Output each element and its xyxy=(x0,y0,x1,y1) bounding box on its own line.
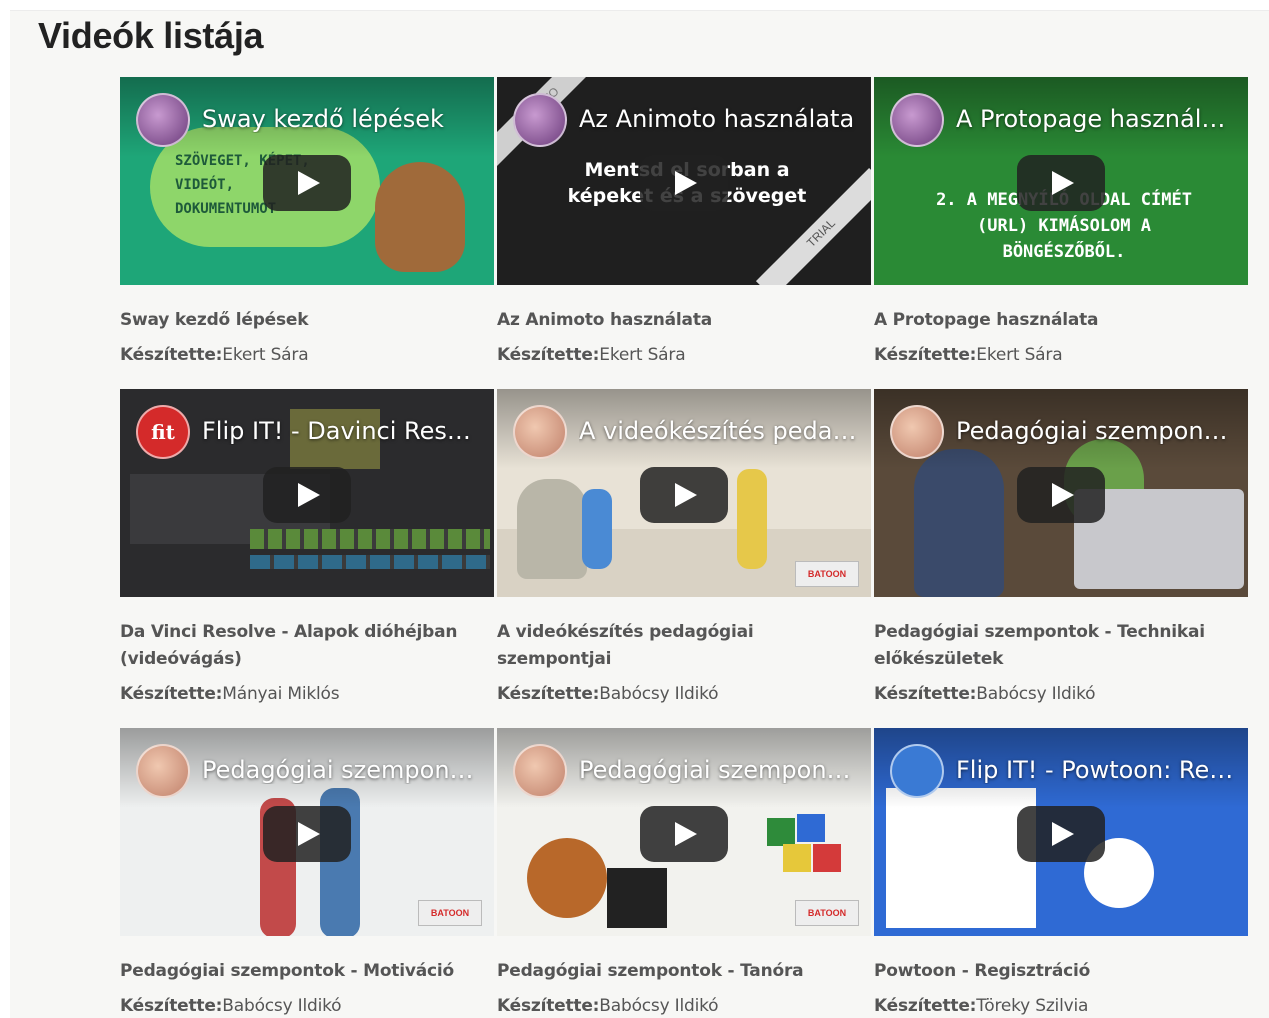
video-thumbnail[interactable]: BATOON Pedagógiai szempontok... xyxy=(497,728,871,936)
video-thumbnail[interactable]: SZÖVEGET, KÉPET, VIDEÓT, DOKUMENTUMOT Sw… xyxy=(120,77,494,285)
video-title[interactable]: A Protopage használata xyxy=(874,307,1248,334)
channel-avatar[interactable] xyxy=(890,744,944,798)
thumbnail-title[interactable]: Flip IT! - Powtoon: Regis... xyxy=(956,756,1236,784)
video-card[interactable]: Pedagógiai szempontok... Pedagógiai szem… xyxy=(874,389,1248,704)
video-card[interactable]: BATOON Pedagógiai szempontok... Pedagógi… xyxy=(120,728,494,1016)
play-icon[interactable] xyxy=(640,467,728,523)
video-card[interactable]: fit Flip IT! - Davinci Resolve... Da Vin… xyxy=(120,389,494,704)
thumbnail-title[interactable]: A Protopage használata xyxy=(956,105,1236,133)
play-icon[interactable] xyxy=(640,155,728,211)
video-thumbnail[interactable]: fit Flip IT! - Davinci Resolve... xyxy=(120,389,494,597)
video-title[interactable]: Pedagógiai szempontok - Technikai előkés… xyxy=(874,619,1248,673)
channel-avatar[interactable] xyxy=(890,405,944,459)
thumbnail-title[interactable]: Az Animoto használata xyxy=(579,105,859,133)
video-author: Készítette:Mányai Miklós xyxy=(120,684,340,704)
video-thumbnail[interactable]: 2. A MEGNYÍLÓ OLDAL CÍMÉT (URL) KIMÁSOLO… xyxy=(874,77,1248,285)
channel-avatar[interactable] xyxy=(513,405,567,459)
play-icon[interactable] xyxy=(263,806,351,862)
video-thumbnail[interactable]: ANIMOTO Mentsd el sorban a képeket és a … xyxy=(497,77,871,285)
channel-avatar[interactable] xyxy=(136,93,190,147)
video-author: Készítette:Töreky Szilvia xyxy=(874,996,1089,1016)
channel-avatar[interactable] xyxy=(890,93,944,147)
video-card[interactable]: BATOON Pedagógiai szempontok... Pedagógi… xyxy=(497,728,871,1016)
video-thumbnail[interactable]: BATOON A videókészítés pedagó... xyxy=(497,389,871,597)
play-icon[interactable] xyxy=(640,806,728,862)
video-title[interactable]: A videókészítés pedagógiai szempontjai xyxy=(497,619,871,673)
video-author: Készítette:Babócsy Ildikó xyxy=(497,996,719,1016)
video-thumbnail[interactable]: BATOON Pedagógiai szempontok... xyxy=(120,728,494,936)
thumbnail-title[interactable]: Flip IT! - Davinci Resolve... xyxy=(202,417,482,445)
play-icon[interactable] xyxy=(1017,806,1105,862)
video-title[interactable]: Pedagógiai szempontok - Motiváció xyxy=(120,958,494,985)
video-author: Készítette:Ekert Sára xyxy=(874,345,1063,365)
video-title[interactable]: Pedagógiai szempontok - Tanóra xyxy=(497,958,871,985)
page: Videók listája SZÖVEGET, KÉPET, VIDEÓT, … xyxy=(10,10,1269,1018)
channel-avatar[interactable] xyxy=(136,744,190,798)
channel-avatar[interactable]: fit xyxy=(136,405,190,459)
thumbnail-title[interactable]: Pedagógiai szempontok... xyxy=(579,756,859,784)
thumbnail-title[interactable]: Pedagógiai szempontok... xyxy=(202,756,482,784)
play-icon[interactable] xyxy=(263,467,351,523)
video-card[interactable]: ANIMOTO Mentsd el sorban a képeket és a … xyxy=(497,77,871,365)
video-thumbnail[interactable]: Flip IT! - Powtoon: Regis... xyxy=(874,728,1248,936)
brand-logo: BATOON xyxy=(795,900,859,926)
thumbnail-title[interactable]: Sway kezdő lépések xyxy=(202,105,482,133)
video-card[interactable]: BATOON A videókészítés pedagó... A videó… xyxy=(497,389,871,704)
play-icon[interactable] xyxy=(1017,467,1105,523)
thumbnail-art xyxy=(375,162,465,272)
brand-logo: BATOON xyxy=(418,900,482,926)
video-card[interactable]: SZÖVEGET, KÉPET, VIDEÓT, DOKUMENTUMOT Sw… xyxy=(120,77,494,365)
page-title: Videók listája xyxy=(38,15,264,56)
video-title[interactable]: Powtoon - Regisztráció xyxy=(874,958,1248,985)
play-icon[interactable] xyxy=(263,155,351,211)
video-title[interactable]: Da Vinci Resolve - Alapok dióhéjban (vid… xyxy=(120,619,494,673)
thumbnail-title[interactable]: A videókészítés pedagó... xyxy=(579,417,859,445)
play-icon[interactable] xyxy=(1017,155,1105,211)
video-card[interactable]: 2. A MEGNYÍLÓ OLDAL CÍMÉT (URL) KIMÁSOLO… xyxy=(874,77,1248,365)
video-title[interactable]: Az Animoto használata xyxy=(497,307,871,334)
video-author: Készítette:Ekert Sára xyxy=(120,345,309,365)
video-author: Készítette:Ekert Sára xyxy=(497,345,686,365)
video-card[interactable]: Flip IT! - Powtoon: Regis... Powtoon - R… xyxy=(874,728,1248,1016)
video-title[interactable]: Sway kezdő lépések xyxy=(120,307,494,334)
video-author: Készítette:Babócsy Ildikó xyxy=(497,684,719,704)
video-thumbnail[interactable]: Pedagógiai szempontok... xyxy=(874,389,1248,597)
thumbnail-title[interactable]: Pedagógiai szempontok... xyxy=(956,417,1236,445)
video-author: Készítette:Babócsy Ildikó xyxy=(874,684,1096,704)
video-author: Készítette:Babócsy Ildikó xyxy=(120,996,342,1016)
channel-avatar[interactable] xyxy=(513,744,567,798)
brand-logo: BATOON xyxy=(795,561,859,587)
channel-avatar[interactable] xyxy=(513,93,567,147)
